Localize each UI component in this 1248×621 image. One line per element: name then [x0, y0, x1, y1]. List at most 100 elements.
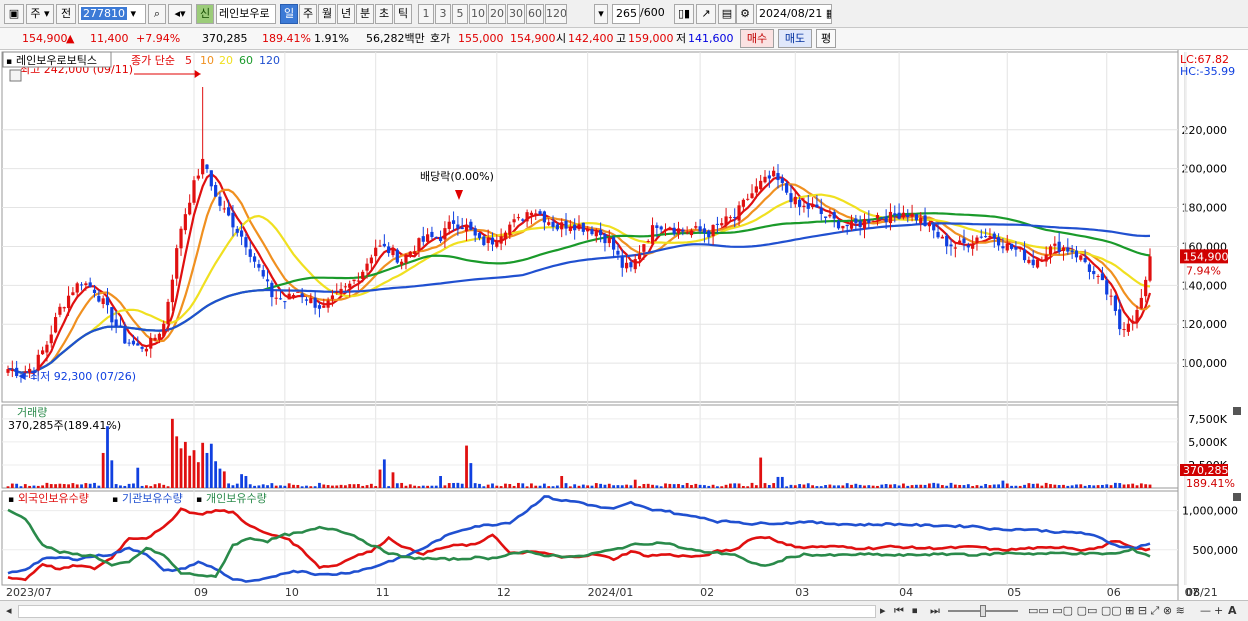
volume-bar [400, 482, 404, 488]
volume-bar [101, 452, 105, 488]
interval-button[interactable]: 60 [526, 4, 544, 24]
volume-bar [1083, 485, 1087, 488]
pre-label[interactable]: 전 [56, 4, 76, 24]
volume-bar [80, 484, 83, 488]
text-icon[interactable]: A [1228, 604, 1237, 618]
zoom-slider-handle[interactable] [980, 605, 986, 617]
calendar-icon[interactable]: ▦ [826, 7, 831, 20]
candle-body [131, 340, 136, 345]
volume-bar [940, 485, 944, 488]
candle-body [953, 247, 957, 249]
volume-bar [188, 455, 192, 488]
period-button[interactable]: 주 [299, 4, 317, 24]
first-icon[interactable]: ⏮ [894, 604, 904, 618]
next-icon[interactable]: ⏭ [930, 604, 940, 618]
stock-name[interactable]: 레인보우로 [216, 4, 276, 24]
buy-button[interactable]: 매수 [740, 29, 774, 48]
window-icon[interactable]: ▣ [4, 4, 24, 24]
volume-bar [296, 484, 300, 488]
period-button[interactable]: 틱 [394, 4, 412, 24]
volume-bar [499, 486, 503, 488]
interval-button[interactable]: 1 [418, 4, 434, 24]
candle-body [1053, 243, 1057, 246]
volume-bar [465, 445, 468, 488]
layout-icons[interactable]: ▭▭ ▭▢ ▢▭ ▢▢ ⊞ ⊟ ⤢ ⊗ ≋ [1028, 604, 1185, 618]
candle-body [58, 306, 62, 315]
interval-button[interactable]: 10 [469, 4, 487, 24]
period-button[interactable]: 년 [337, 4, 355, 24]
candle-body [698, 226, 702, 232]
period-button[interactable]: 월 [318, 4, 336, 24]
code-input[interactable]: 277810 ▾ [78, 4, 146, 24]
candle-body [728, 217, 733, 219]
period-button[interactable]: 초 [375, 4, 393, 24]
volume-bar [348, 484, 352, 488]
candle-body [996, 237, 1001, 246]
candle-body [1040, 259, 1044, 262]
search-icon[interactable]: ⌕ [148, 4, 166, 24]
volume-bar [266, 485, 269, 488]
candle-body [97, 295, 101, 302]
candle-body [984, 236, 988, 238]
drawing-tool-icon[interactable]: ↗ [696, 4, 716, 24]
candle-body [170, 279, 174, 303]
candle-body [456, 224, 460, 229]
volume-bar [841, 485, 845, 488]
gear-icon[interactable]: ⚙ [736, 4, 754, 24]
candle-body [1001, 246, 1005, 249]
volume-bar [248, 484, 252, 488]
interval-button[interactable]: 30 [507, 4, 525, 24]
interval-dropdown-icon[interactable]: ▾ [594, 4, 608, 24]
candle-body [140, 347, 144, 349]
period-button[interactable]: 분 [356, 4, 374, 24]
candle-type-icon[interactable]: ▯▮ [674, 4, 694, 24]
volume-bar [175, 436, 179, 488]
volume-bar [638, 486, 641, 488]
interval-button[interactable]: 5 [452, 4, 468, 24]
interval-button[interactable]: 120 [545, 4, 567, 24]
interval-button[interactable]: 20 [488, 4, 506, 24]
volume-bar [391, 472, 395, 488]
volume-bar [711, 484, 715, 488]
candle-body [888, 211, 893, 224]
chart-area[interactable]: 100,000120,000140,000160,000180,000200,0… [0, 50, 1248, 600]
volume-bar [927, 483, 931, 488]
holder-tick-label: 500,000 [1193, 544, 1239, 557]
volume-bar [698, 484, 702, 488]
period-select[interactable]: 주 ▾ [26, 4, 54, 24]
volume-bar [313, 486, 317, 488]
volume-bar [690, 485, 693, 488]
volume-bar [681, 485, 685, 488]
scroll-track[interactable] [18, 605, 876, 618]
period-button[interactable]: 일 [280, 4, 298, 24]
date-input[interactable]: 2024/08/21 ▦ [756, 4, 832, 24]
volume-bar [369, 483, 373, 488]
candle-body [248, 249, 252, 257]
volume-bar [984, 483, 988, 488]
volume-bar [408, 484, 412, 488]
volume-bar [378, 469, 382, 488]
plus-icon[interactable]: + [1214, 604, 1223, 618]
candle-body [365, 263, 369, 271]
scroll-right-icon[interactable]: ▸ [880, 604, 886, 618]
high-label: 고 [616, 32, 627, 45]
period-select-value: 주 [30, 7, 41, 20]
sell-button[interactable]: 매도 [778, 29, 812, 48]
panel-title: 레인보우로보틱스 [16, 54, 97, 67]
volume-bar [759, 457, 763, 488]
volume-bar [530, 483, 533, 488]
candle-body [828, 214, 832, 217]
save-icon[interactable]: ▤ [718, 4, 736, 24]
avg-button[interactable]: 평 [816, 29, 836, 48]
minus-icon[interactable]: — [1200, 604, 1211, 618]
speaker-icon[interactable]: ◂▾ [168, 4, 192, 24]
volume-bar [581, 484, 585, 488]
candle-body [1105, 280, 1109, 295]
scroll-left-icon[interactable]: ◂ [6, 604, 12, 618]
volume-bar [270, 483, 274, 488]
stop-icon[interactable]: ⏹ [912, 604, 918, 618]
volume-bar [1092, 485, 1096, 488]
volume-bar [867, 485, 871, 488]
count-input[interactable]: 265 [612, 4, 640, 24]
interval-button[interactable]: 3 [435, 4, 451, 24]
